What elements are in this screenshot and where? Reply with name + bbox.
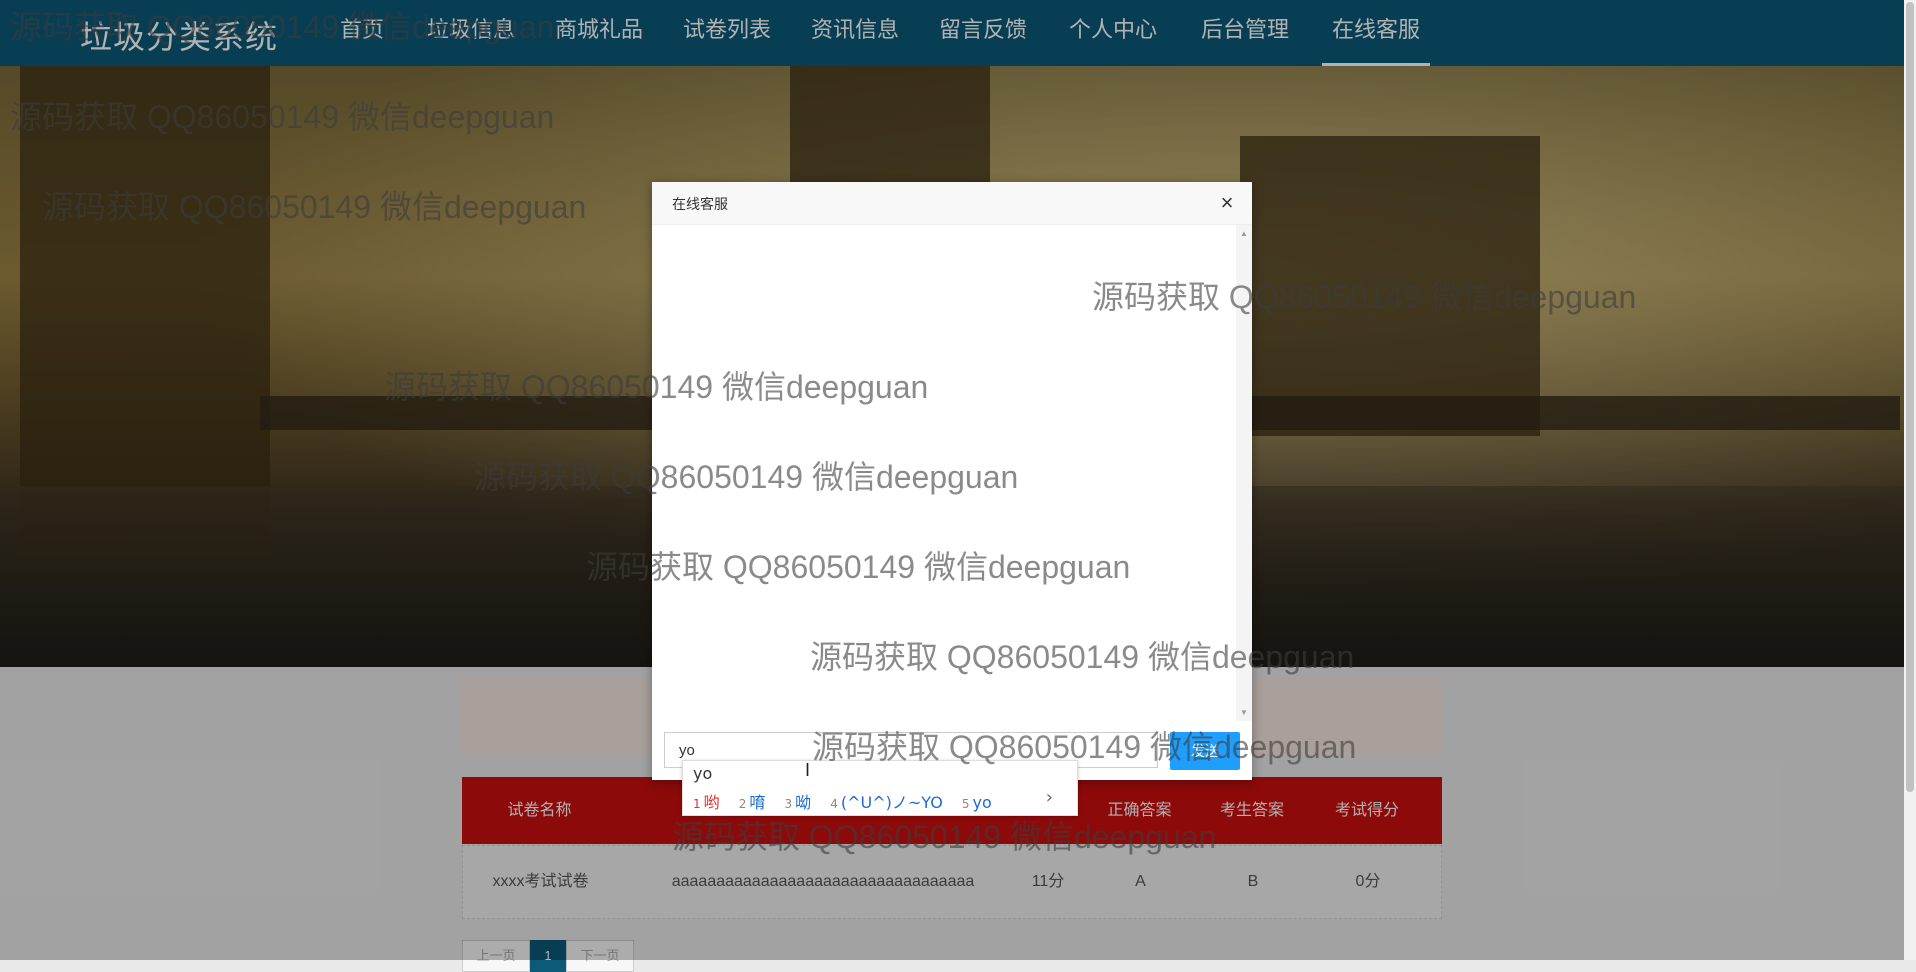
ime-candidate[interactable]: 5 yo xyxy=(962,793,992,812)
online-service-dialog: 在线客服 × ▲ ▼ 发送 xyxy=(652,182,1252,780)
text-cursor-icon: I xyxy=(805,760,811,780)
ime-next-page-icon[interactable]: › xyxy=(1046,787,1053,808)
scroll-up-arrow-icon[interactable]: ▲ xyxy=(1240,229,1248,238)
ime-candidate-list: 1哟 2唷 3呦 4 (^U^)ノ~YO 5 yo xyxy=(693,789,1006,813)
scroll-down-arrow-icon[interactable]: ▼ xyxy=(1240,708,1248,717)
dialog-title: 在线客服 xyxy=(672,196,728,212)
chat-scrollbar[interactable]: ▲ ▼ xyxy=(1236,225,1252,721)
ime-candidate[interactable]: 2唷 xyxy=(739,789,766,813)
ime-candidate[interactable]: 1哟 xyxy=(693,789,720,813)
page-scrollbar-thumb[interactable] xyxy=(1906,2,1914,792)
dialog-header: 在线客服 × xyxy=(652,182,1252,225)
ime-pinyin: yo xyxy=(693,764,713,783)
ime-candidate-popup: yo 1哟 2唷 3呦 4 (^U^)ノ~YO 5 yo › xyxy=(682,760,1078,816)
chat-message-area[interactable] xyxy=(652,225,1236,721)
send-button[interactable]: 发送 xyxy=(1170,732,1240,770)
ime-candidate[interactable]: 3呦 xyxy=(785,789,812,813)
page-scrollbar[interactable] xyxy=(1904,0,1916,960)
close-icon[interactable]: × xyxy=(1214,190,1240,216)
ime-candidate[interactable]: 4 (^U^)ノ~YO xyxy=(830,789,943,813)
